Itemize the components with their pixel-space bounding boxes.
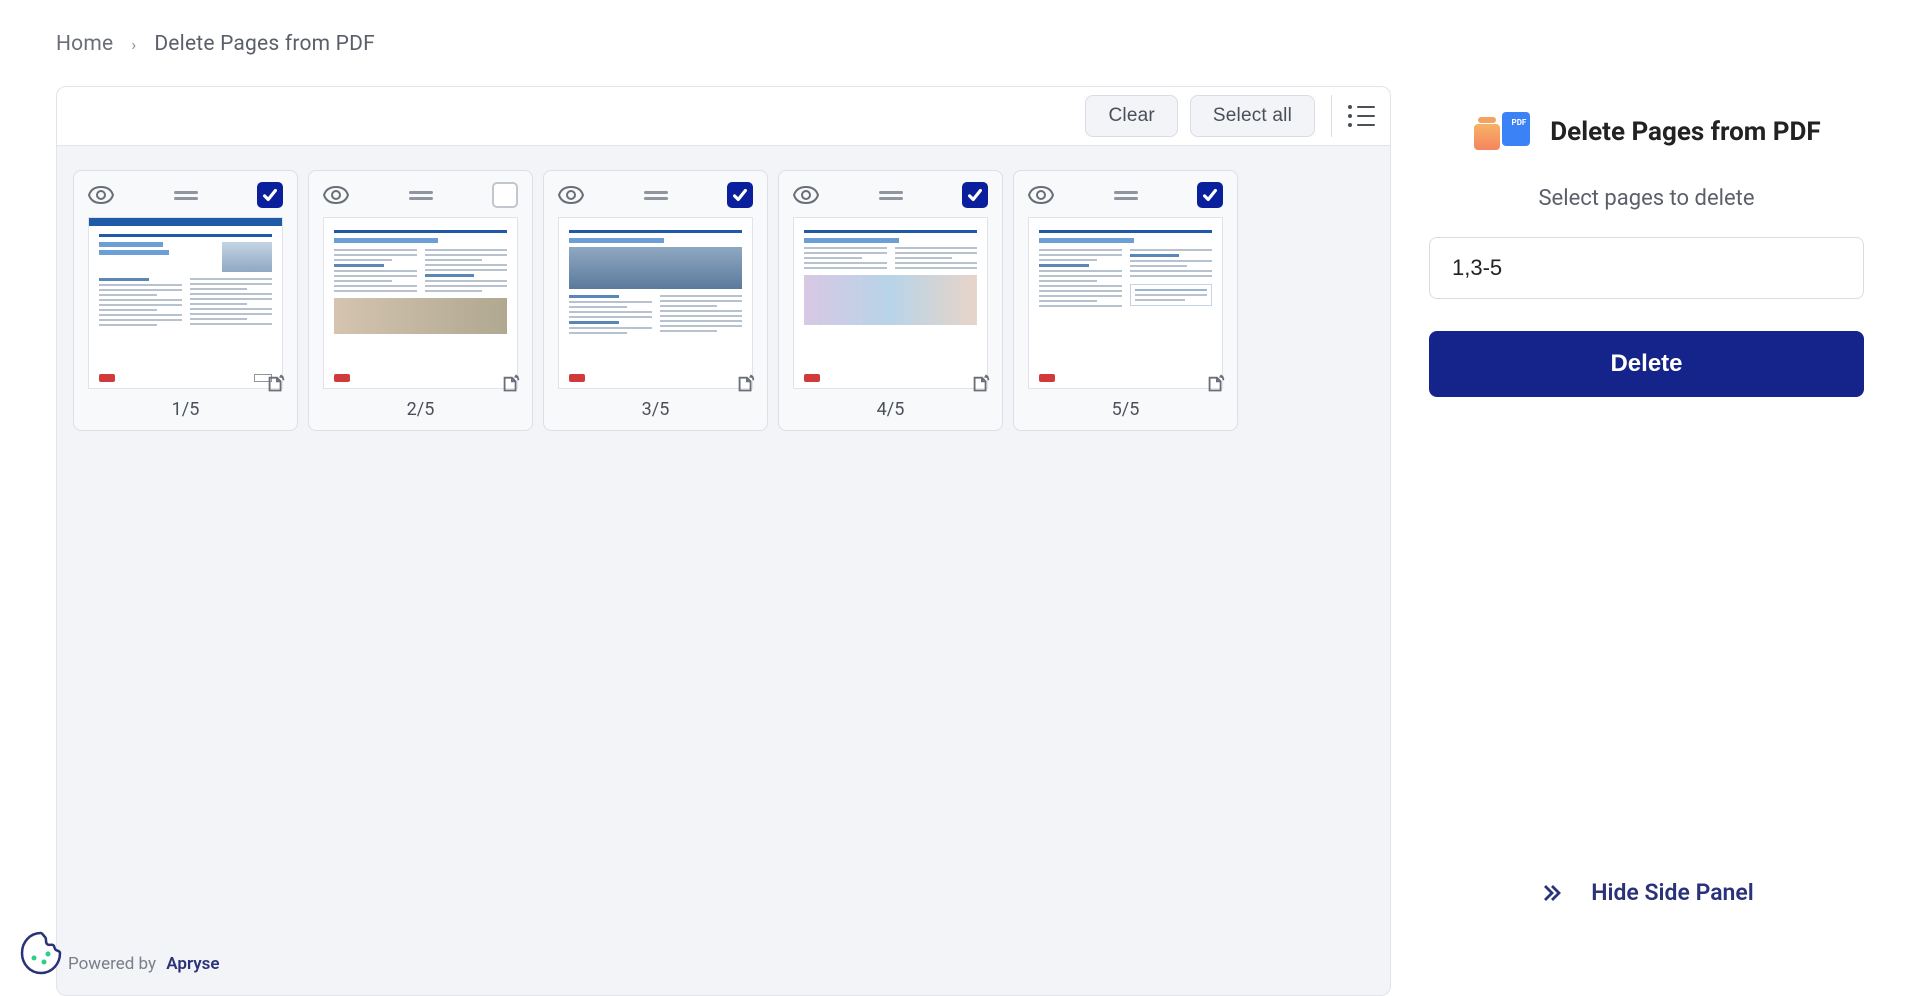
rotate-page-icon[interactable] bbox=[500, 374, 522, 396]
rotate-page-icon[interactable] bbox=[970, 374, 992, 396]
viewer-toolbar: Clear Select all bbox=[56, 86, 1391, 146]
preview-icon[interactable] bbox=[1028, 186, 1054, 204]
hide-side-panel-button[interactable]: Hide Side Panel bbox=[1429, 879, 1864, 906]
panel-subtitle: Select pages to delete bbox=[1429, 186, 1864, 211]
chevron-right-icon: › bbox=[131, 35, 136, 54]
page-preview-image bbox=[558, 217, 753, 389]
rotate-page-icon[interactable] bbox=[1205, 374, 1227, 396]
delete-pages-tool-icon: PDF bbox=[1472, 114, 1530, 150]
brand-link[interactable]: Apryse bbox=[166, 954, 219, 974]
page-thumbnail[interactable]: 5/5 bbox=[1013, 170, 1238, 431]
breadcrumb-home[interactable]: Home bbox=[56, 32, 113, 56]
clear-button[interactable]: Clear bbox=[1085, 95, 1177, 137]
page-preview-image bbox=[88, 217, 283, 389]
page-thumbnail[interactable]: 3/5 bbox=[543, 170, 768, 431]
page-number-label: 5/5 bbox=[1028, 399, 1223, 420]
page-number-label: 3/5 bbox=[558, 399, 753, 420]
preview-icon[interactable] bbox=[323, 186, 349, 204]
drag-handle-icon[interactable] bbox=[877, 191, 905, 200]
page-range-input[interactable] bbox=[1429, 237, 1864, 299]
powered-by-footer: Powered by Apryse bbox=[68, 954, 220, 974]
panel-title: Delete Pages from PDF bbox=[1550, 117, 1820, 147]
page-preview-image bbox=[1028, 217, 1223, 389]
preview-icon[interactable] bbox=[558, 186, 584, 204]
page-number-label: 2/5 bbox=[323, 399, 518, 420]
thumbnail-canvas: 1/5 2/5 3/5 4/5 5/5 bbox=[56, 146, 1391, 996]
delete-button[interactable]: Delete bbox=[1429, 331, 1864, 397]
page-select-checkbox[interactable] bbox=[492, 182, 518, 208]
page-select-checkbox[interactable] bbox=[962, 182, 988, 208]
page-select-checkbox[interactable] bbox=[727, 182, 753, 208]
page-number-label: 1/5 bbox=[88, 399, 283, 420]
page-thumbnail[interactable]: 2/5 bbox=[308, 170, 533, 431]
breadcrumb: Home › Delete Pages from PDF bbox=[56, 32, 1864, 56]
breadcrumb-current: Delete Pages from PDF bbox=[154, 32, 375, 56]
rotate-page-icon[interactable] bbox=[735, 374, 757, 396]
drag-handle-icon[interactable] bbox=[1112, 191, 1140, 200]
preview-icon[interactable] bbox=[88, 186, 114, 204]
cookie-icon[interactable] bbox=[16, 928, 66, 978]
page-preview-image bbox=[323, 217, 518, 389]
page-thumbnail[interactable]: 1/5 bbox=[73, 170, 298, 431]
page-select-checkbox[interactable] bbox=[1197, 182, 1223, 208]
page-select-checkbox[interactable] bbox=[257, 182, 283, 208]
page-preview-image bbox=[793, 217, 988, 389]
page-number-label: 4/5 bbox=[793, 399, 988, 420]
hide-side-panel-label: Hide Side Panel bbox=[1591, 879, 1754, 906]
drag-handle-icon[interactable] bbox=[407, 191, 435, 200]
toolbar-divider bbox=[1331, 95, 1332, 137]
side-panel: PDF Delete Pages from PDF Select pages t… bbox=[1429, 86, 1864, 996]
viewer-panel: Clear Select all 1/5 2/5 3/5 4/5 5/5 bbox=[56, 86, 1391, 996]
rotate-page-icon[interactable] bbox=[265, 374, 287, 396]
preview-icon[interactable] bbox=[793, 186, 819, 204]
list-view-icon[interactable] bbox=[1348, 102, 1376, 130]
drag-handle-icon[interactable] bbox=[172, 191, 200, 200]
chevron-double-right-icon bbox=[1539, 881, 1563, 905]
page-thumbnail[interactable]: 4/5 bbox=[778, 170, 1003, 431]
select-all-button[interactable]: Select all bbox=[1190, 95, 1315, 137]
drag-handle-icon[interactable] bbox=[642, 191, 670, 200]
